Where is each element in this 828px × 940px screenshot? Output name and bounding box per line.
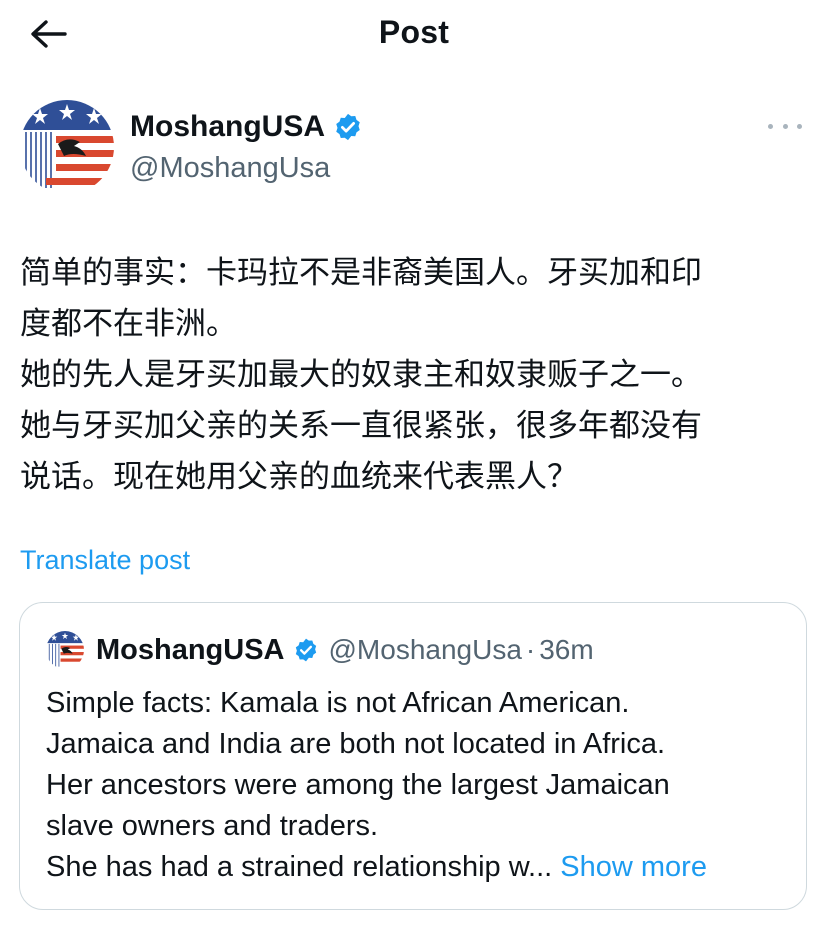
quoted-display-name: MoshangUSA <box>96 633 285 666</box>
quoted-text-line: Her ancestors were among the largest Jam… <box>46 769 670 801</box>
quoted-avatar <box>46 631 84 669</box>
separator: · <box>525 634 536 665</box>
quoted-text-last-line: She has had a strained relationship w...… <box>46 847 786 888</box>
verified-badge-icon <box>333 112 363 142</box>
handle[interactable]: @MoshangUsa <box>130 152 330 185</box>
avatar[interactable] <box>20 100 114 194</box>
quoted-text-line: Jamaica and India are both not located i… <box>46 728 666 760</box>
more-dots-icon <box>768 123 773 129</box>
translate-post-link[interactable]: Translate post <box>20 545 190 576</box>
quoted-text-line: Simple facts: Kamala is not African Amer… <box>46 687 630 719</box>
display-name[interactable]: MoshangUSA <box>130 110 325 144</box>
quoted-post-text: Simple facts: Kamala is not African Amer… <box>46 683 786 888</box>
quoted-post-header: MoshangUSA @MoshangUsa · 36m <box>46 631 594 669</box>
quoted-text-line: slave owners and traders. <box>46 810 379 842</box>
top-bar: Post <box>0 0 828 70</box>
post-author: MoshangUSA @MoshangUsa <box>20 100 808 200</box>
timestamp: 36m <box>539 634 594 665</box>
quoted-post[interactable]: MoshangUSA @MoshangUsa · 36m Simple fact… <box>19 602 807 910</box>
quoted-handle: @MoshangUsa <box>328 634 522 665</box>
show-more-link[interactable]: Show more <box>560 851 707 883</box>
page-title: Post <box>378 14 450 50</box>
verified-badge-icon <box>293 637 319 663</box>
post-text: 简单的事实：卡玛拉不是非裔美国人。牙买加和印 度都不在非洲。 她的先人是牙买加最… <box>20 255 702 495</box>
name-row: MoshangUSA <box>130 110 363 144</box>
more-button[interactable] <box>768 114 802 138</box>
truncated-text: She has had a strained relationship w... <box>46 851 553 883</box>
